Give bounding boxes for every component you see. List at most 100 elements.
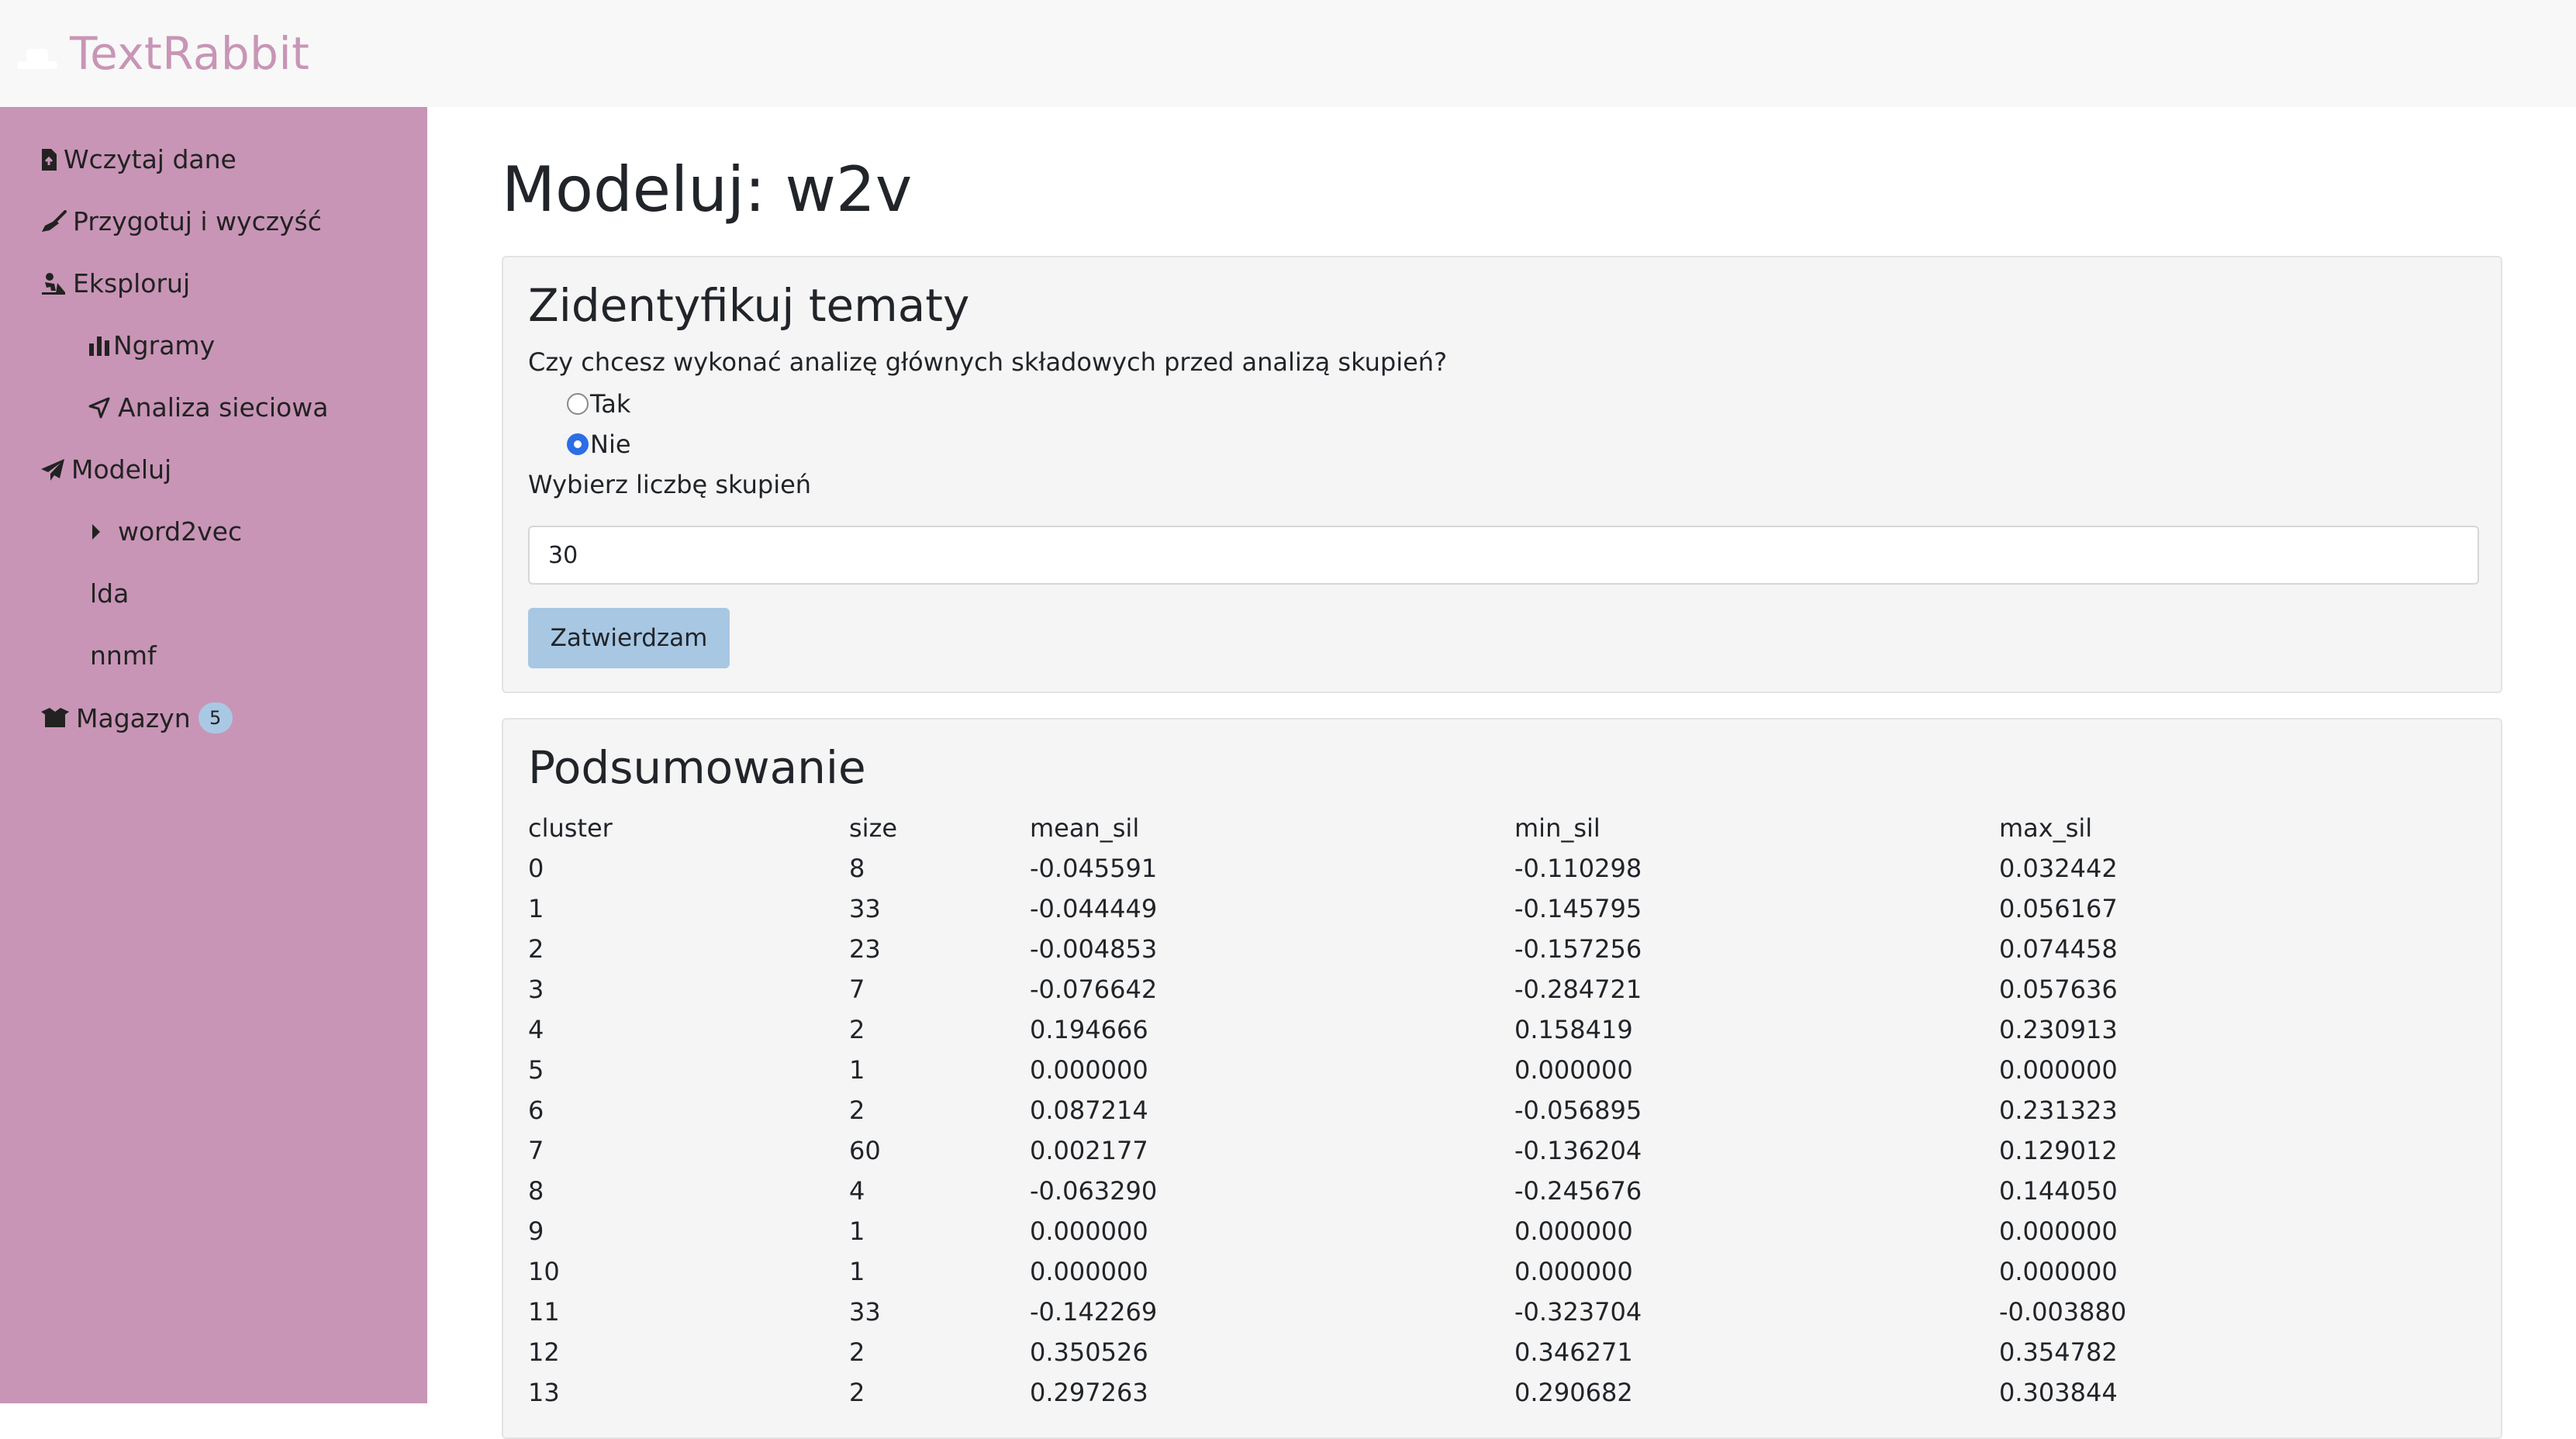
table-row: 7 60 0.002177 -0.136204 0.129012 bbox=[528, 1130, 2309, 1171]
table-cell: 8 bbox=[528, 1176, 544, 1206]
sidebar-item-label: Modeluj bbox=[71, 454, 172, 485]
file-upload-icon bbox=[40, 148, 57, 171]
table-cell: 0.129012 bbox=[1999, 1136, 2118, 1165]
table-cell: 0.000000 bbox=[1514, 1216, 1633, 1246]
table-cell: 5 bbox=[528, 1055, 544, 1085]
table-cell: 0.231323 bbox=[1999, 1096, 2118, 1125]
sidebar-item-word2vec[interactable]: word2vec bbox=[92, 516, 242, 547]
table-cell: 0.144050 bbox=[1999, 1176, 2118, 1206]
table-cell: -0.044449 bbox=[1030, 894, 1158, 923]
table-cell: 1 bbox=[528, 894, 544, 923]
table-cell: -0.323704 bbox=[1514, 1297, 1642, 1327]
radio-label: Tak bbox=[590, 389, 631, 419]
card-heading: Zidentyfikuj tematy bbox=[528, 279, 970, 332]
table-cell: 0 bbox=[528, 854, 544, 883]
table-row: 3 7 -0.076642 -0.284721 0.057636 bbox=[528, 969, 2309, 1009]
page-title: Modeluj: w2v bbox=[502, 154, 913, 226]
table-cell: 0.000000 bbox=[1030, 1257, 1148, 1286]
table-cell: 33 bbox=[849, 1297, 881, 1327]
hat-logo-icon bbox=[14, 43, 60, 77]
radio-option-nie[interactable]: Nie bbox=[567, 430, 631, 459]
summary-card: Podsumowanie cluster size mean_sil min_s… bbox=[502, 718, 2502, 1439]
sidebar-item-analiza-sieciowa[interactable]: Analiza sieciowa bbox=[88, 392, 328, 423]
table-cell: 4 bbox=[849, 1176, 865, 1206]
brand[interactable]: TextRabbit bbox=[14, 20, 309, 87]
table-cell: 8 bbox=[849, 854, 865, 883]
table-cell: 1 bbox=[849, 1257, 865, 1286]
table-cell: -0.045591 bbox=[1030, 854, 1158, 883]
column-header: min_sil bbox=[1514, 813, 1601, 843]
table-row: 10 1 0.000000 0.000000 0.000000 bbox=[528, 1251, 2309, 1292]
sidebar-item-lda[interactable]: lda bbox=[90, 578, 129, 609]
card-heading: Podsumowanie bbox=[528, 741, 866, 794]
table-row: 13 2 0.297263 0.290682 0.303844 bbox=[528, 1372, 2309, 1413]
table-row: 9 1 0.000000 0.000000 0.000000 bbox=[528, 1211, 2309, 1251]
table-cell: 60 bbox=[849, 1136, 881, 1165]
table-cell: 0.194666 bbox=[1030, 1015, 1148, 1044]
table-cell: -0.142269 bbox=[1030, 1297, 1158, 1327]
table-cell: -0.157256 bbox=[1514, 934, 1642, 964]
table-cell: -0.136204 bbox=[1514, 1136, 1642, 1165]
sidebar-item-wczytaj-dane[interactable]: Wczytaj dane bbox=[40, 144, 237, 174]
clusters-input[interactable] bbox=[528, 526, 2479, 585]
table-cell: 11 bbox=[528, 1297, 560, 1327]
table-cell: 10 bbox=[528, 1257, 560, 1286]
table-cell: 6 bbox=[528, 1096, 544, 1125]
table-cell: 0.000000 bbox=[1514, 1257, 1633, 1286]
table-cell: -0.004853 bbox=[1030, 934, 1158, 964]
submit-button[interactable]: Zatwierdzam bbox=[528, 608, 730, 668]
table-cell: 0.290682 bbox=[1514, 1378, 1633, 1407]
table-cell: 0.000000 bbox=[1999, 1216, 2118, 1246]
top-navbar: TextRabbit bbox=[0, 0, 2576, 107]
table-cell: -0.245676 bbox=[1514, 1176, 1642, 1206]
table-cell: 0.002177 bbox=[1030, 1136, 1148, 1165]
table-cell: 1 bbox=[849, 1216, 865, 1246]
sidebar: Wczytaj dane Przygotuj i wyczyść Eksplor… bbox=[0, 107, 427, 1403]
table-cell: 2 bbox=[528, 934, 544, 964]
table-cell: 2 bbox=[849, 1378, 865, 1407]
sidebar-item-eksploruj[interactable]: Eksploruj bbox=[40, 268, 190, 298]
table-cell: 23 bbox=[849, 934, 881, 964]
table-cell: 33 bbox=[849, 894, 881, 923]
sidebar-item-przygotuj[interactable]: Przygotuj i wyczyść bbox=[40, 206, 322, 236]
table-cell: 0.230913 bbox=[1999, 1015, 2118, 1044]
table-cell: 0.032442 bbox=[1999, 854, 2118, 883]
table-cell: 4 bbox=[528, 1015, 544, 1044]
table-row: 8 4 -0.063290 -0.245676 0.144050 bbox=[528, 1171, 2309, 1211]
radio-button[interactable] bbox=[567, 433, 589, 455]
table-cell: -0.110298 bbox=[1514, 854, 1642, 883]
table-cell: 9 bbox=[528, 1216, 544, 1246]
radio-button[interactable] bbox=[567, 393, 589, 415]
table-row: 11 33 -0.142269 -0.323704 -0.003880 bbox=[528, 1292, 2309, 1332]
column-header: mean_sil bbox=[1030, 813, 1140, 843]
box-open-icon bbox=[40, 707, 70, 729]
paper-plane-icon bbox=[40, 458, 65, 481]
radio-option-tak[interactable]: Tak bbox=[567, 389, 630, 419]
table-cell: 0.057636 bbox=[1999, 975, 2118, 1004]
table-cell: 0.000000 bbox=[1999, 1055, 2118, 1085]
broom-icon bbox=[40, 209, 67, 233]
table-cell: -0.076642 bbox=[1030, 975, 1158, 1004]
table-cell: 0.000000 bbox=[1999, 1257, 2118, 1286]
table-cell: 0.087214 bbox=[1030, 1096, 1148, 1125]
radio-label: Nie bbox=[590, 430, 631, 459]
table-header-row: cluster size mean_sil min_sil max_sil bbox=[528, 808, 2309, 848]
table-row: 4 2 0.194666 0.158419 0.230913 bbox=[528, 1009, 2309, 1050]
table-cell: 0.000000 bbox=[1030, 1216, 1148, 1246]
sidebar-item-ngramy[interactable]: Ngramy bbox=[88, 330, 215, 361]
table-cell: 0.056167 bbox=[1999, 894, 2118, 923]
summary-table: cluster size mean_sil min_sil max_sil 0 8… bbox=[528, 808, 2309, 1413]
table-cell: 0.354782 bbox=[1999, 1337, 2118, 1367]
sidebar-item-modeluj[interactable]: Modeluj bbox=[40, 454, 171, 485]
table-cell: 1 bbox=[849, 1055, 865, 1085]
count-badge: 5 bbox=[198, 702, 233, 733]
table-cell: 0.000000 bbox=[1030, 1055, 1148, 1085]
table-cell: 0.158419 bbox=[1514, 1015, 1633, 1044]
sidebar-item-magazyn[interactable]: Magazyn 5 bbox=[40, 702, 233, 733]
sidebar-item-label: Eksploruj bbox=[73, 268, 191, 298]
sidebar-item-nnmf[interactable]: nnmf bbox=[90, 640, 157, 671]
sidebar-item-label: Wczytaj dane bbox=[64, 144, 237, 174]
table-row: 12 2 0.350526 0.346271 0.354782 bbox=[528, 1332, 2309, 1372]
table-cell: -0.284721 bbox=[1514, 975, 1642, 1004]
table-cell: 7 bbox=[849, 975, 865, 1004]
